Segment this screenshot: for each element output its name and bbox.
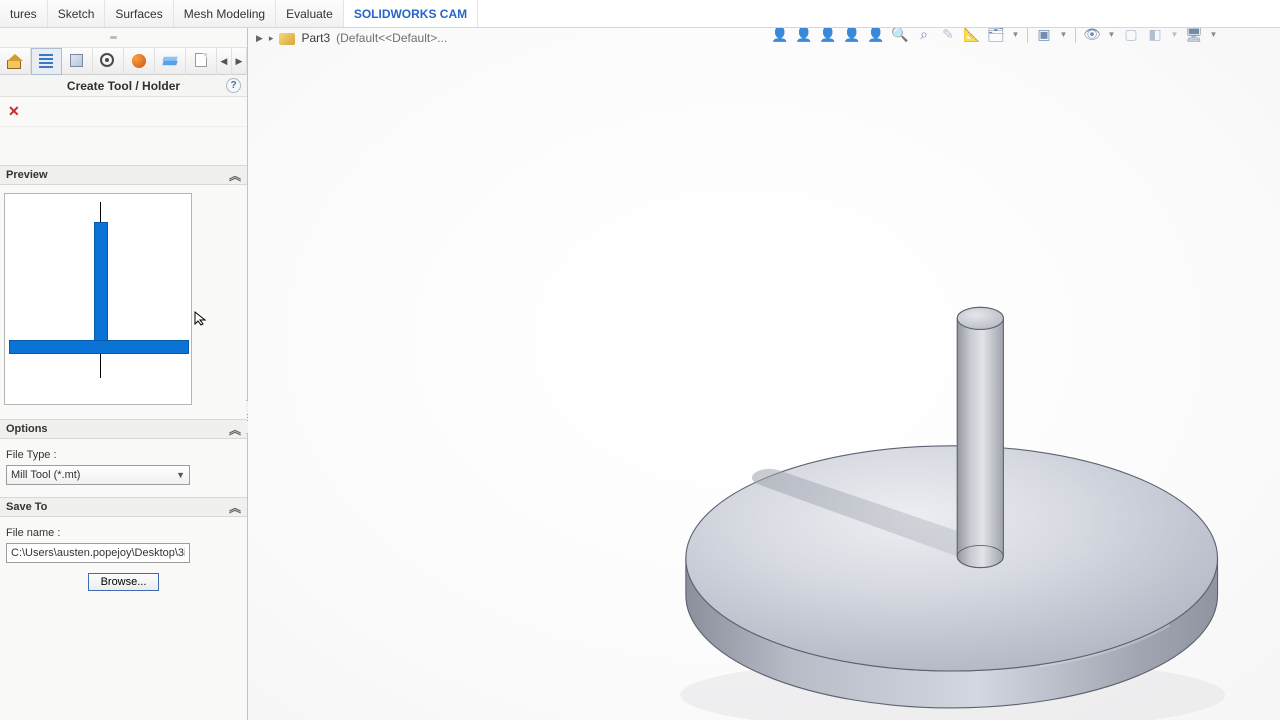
collapse-icon[interactable]: ︽ <box>229 167 241 184</box>
options-body: File Type : Mill Tool (*.mt) ▼ <box>0 439 247 497</box>
chevron-down-icon[interactable]: ▼ <box>1105 28 1118 45</box>
panel-nav-right-icon[interactable]: ▶ <box>232 48 247 75</box>
section-saveto-header[interactable]: Save To ︽ <box>0 497 247 517</box>
browse-button[interactable]: Browse... <box>88 573 160 591</box>
zoom-fit-icon[interactable]: 🔍 <box>889 28 911 45</box>
preview-stem-shape <box>94 222 108 341</box>
chevron-down-icon[interactable]: ▼ <box>1207 28 1220 45</box>
panel-title-text: Create Tool / Holder <box>67 79 180 93</box>
preview-canvas <box>4 193 192 405</box>
toolbar-separator <box>1027 28 1028 43</box>
collapse-icon[interactable]: ︽ <box>229 421 241 438</box>
preview-base-shape <box>9 340 189 354</box>
tab-features[interactable]: tures <box>0 0 48 27</box>
section-view-icon[interactable]: 📐 <box>961 28 983 45</box>
tab-evaluate[interactable]: Evaluate <box>276 0 344 27</box>
scene-icon[interactable]: ◧ <box>1144 28 1166 45</box>
saveto-label: Save To <box>6 501 47 513</box>
breadcrumb-config[interactable]: (Default<<Default>... <box>336 31 447 45</box>
view-eye-icon[interactable]: 👁 <box>1081 28 1103 45</box>
close-icon[interactable]: ✕ <box>8 103 20 120</box>
view-orientation-icon[interactable]: 👤 <box>817 28 839 45</box>
filetype-value: Mill Tool (*.mt) <box>11 469 80 481</box>
cam-ops-icon[interactable] <box>186 48 217 75</box>
chevron-down-icon[interactable]: ▼ <box>1057 28 1070 45</box>
edit-sketch-icon[interactable]: ✎ <box>937 28 959 45</box>
drag-pill-icon[interactable] <box>110 36 117 39</box>
options-label: Options <box>6 423 48 435</box>
zoom-window-icon[interactable]: ⌕ <box>913 28 935 45</box>
viewport-settings-icon[interactable]: 🖥 <box>1183 28 1205 45</box>
toolbar-separator <box>1075 28 1076 43</box>
filename-input[interactable] <box>6 543 190 563</box>
panel-title: Create Tool / Holder ? <box>0 75 247 97</box>
view-orientation-icon[interactable]: 👤 <box>841 28 863 45</box>
model-3d <box>628 263 1268 720</box>
section-options-header[interactable]: Options ︽ <box>0 419 247 439</box>
view-orientation-icon[interactable]: 👤 <box>793 28 815 45</box>
feature-manager-icon[interactable] <box>0 48 31 75</box>
view-orientation-icon[interactable]: 👤 <box>865 28 887 45</box>
panel-spacer <box>0 28 247 48</box>
panel-close-row: ✕ <box>0 97 247 127</box>
panel-gap <box>0 127 247 165</box>
saveto-body: File name : Browse... <box>0 517 247 603</box>
cursor-arrow-icon <box>193 310 209 326</box>
panel-nav-left-icon[interactable]: ◀ <box>217 48 232 75</box>
filetype-combo[interactable]: Mill Tool (*.mt) ▼ <box>6 465 190 485</box>
hide-show-icon[interactable]: ▣ <box>1033 28 1055 45</box>
dimxpert-manager-icon[interactable] <box>93 48 124 75</box>
property-manager-panel: ◀ ▶ Create Tool / Holder ? ✕ Preview ︽ O… <box>0 28 248 720</box>
breadcrumb-expand-icon[interactable]: ▶ <box>256 33 263 44</box>
chevron-down-icon[interactable]: ▼ <box>1009 28 1022 45</box>
filetype-label: File Type : <box>6 449 241 461</box>
panel-help-icon[interactable]: ? <box>226 78 241 93</box>
chevron-down-icon: ▼ <box>176 470 185 480</box>
breadcrumb-part-name[interactable]: Part3 <box>301 31 330 45</box>
panel-view-selector: ◀ ▶ <box>0 48 247 75</box>
tab-solidworks-cam[interactable]: SOLIDWORKS CAM <box>344 0 478 27</box>
appearance-icon[interactable]: ▢ <box>1120 28 1142 45</box>
config-manager-icon[interactable] <box>62 48 93 75</box>
section-preview-header[interactable]: Preview ︽ <box>0 165 247 185</box>
command-manager-tabs: tures Sketch Surfaces Mesh Modeling Eval… <box>0 0 1280 28</box>
preview-axis-tick <box>100 354 101 378</box>
filename-label: File name : <box>6 527 241 539</box>
display-manager-icon[interactable] <box>124 48 155 75</box>
cam-tree-icon[interactable] <box>155 48 186 75</box>
view-orientation-icon[interactable]: 👤 <box>769 28 791 45</box>
preview-axis-tick <box>100 202 101 222</box>
tab-surfaces[interactable]: Surfaces <box>105 0 173 27</box>
property-manager-icon[interactable] <box>31 48 62 75</box>
display-style-icon[interactable]: 🗂 <box>985 28 1007 45</box>
breadcrumb-sep-icon: ▸ <box>269 33 274 44</box>
collapse-icon[interactable]: ︽ <box>229 499 241 516</box>
chevron-down-icon[interactable]: ▼ <box>1168 28 1181 45</box>
breadcrumb: ▶ ▸ Part3 (Default<<Default>... <box>256 31 447 45</box>
heads-up-toolbar: 👤 👤 👤 👤 👤 🔍 ⌕ ✎ 📐 🗂 ▼ ▣ ▼ 👁 ▼ ▢ ◧ ▼ 🖥 ▼ <box>769 28 1220 49</box>
part-icon <box>279 31 295 45</box>
graphics-viewport[interactable]: ▶ ▸ Part3 (Default<<Default>... 👤 👤 👤 👤 … <box>248 28 1280 720</box>
tab-mesh-modeling[interactable]: Mesh Modeling <box>174 0 276 27</box>
preview-label: Preview <box>6 169 48 181</box>
tab-sketch[interactable]: Sketch <box>48 0 106 27</box>
